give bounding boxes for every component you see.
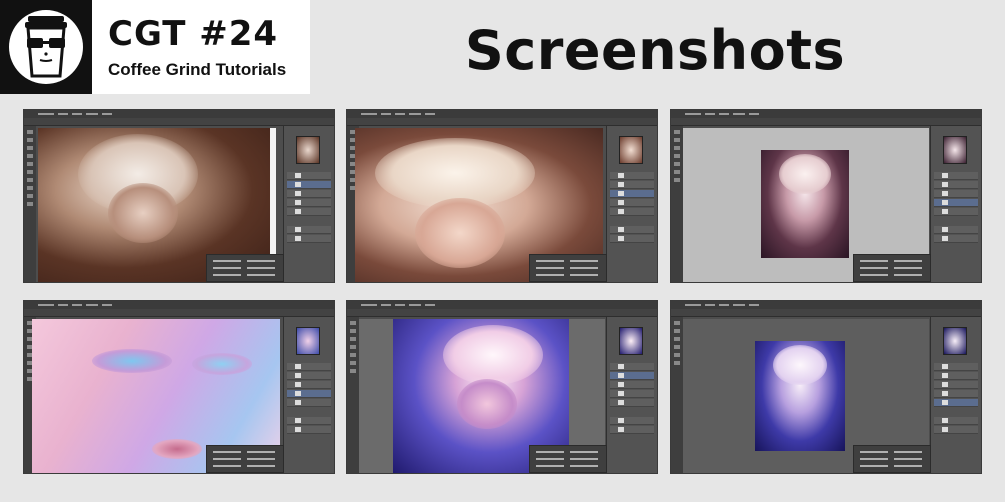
menu-bar [24, 301, 334, 309]
options-bar [671, 309, 981, 317]
options-bar [347, 118, 657, 126]
canvas-artwork [755, 341, 845, 451]
brand-subtitle: Coffee Grind Tutorials [108, 60, 287, 79]
tools-panel [24, 126, 36, 282]
layers-panel [930, 126, 981, 282]
screenshot-2 [347, 110, 657, 282]
screenshot-5 [347, 301, 657, 473]
logo [0, 0, 92, 94]
actions-panel [529, 254, 607, 282]
menu-bar [671, 301, 981, 309]
page-title: Screenshots [464, 19, 846, 82]
tools-panel [671, 126, 683, 282]
tools-panel [347, 317, 359, 473]
options-bar [347, 309, 657, 317]
screenshot-4 [24, 301, 334, 473]
layers-panel [283, 126, 334, 282]
options-bar [24, 309, 334, 317]
tools-panel [671, 317, 683, 473]
menu-bar [671, 110, 981, 118]
menu-bar [24, 110, 334, 118]
options-bar [671, 118, 981, 126]
brand-box: CGT #24 Coffee Grind Tutorials [92, 0, 310, 94]
layers-panel [930, 317, 981, 473]
screenshot-3 [671, 110, 981, 282]
screenshot-6 [671, 301, 981, 473]
actions-panel [853, 445, 931, 473]
options-bar [24, 118, 334, 126]
actions-panel [206, 254, 284, 282]
brand-title: CGT #24 [108, 14, 279, 54]
actions-panel [529, 445, 607, 473]
layers-panel [606, 317, 657, 473]
actions-panel [206, 445, 284, 473]
menu-bar [347, 301, 657, 309]
screenshot-1 [24, 110, 334, 282]
layers-panel [606, 126, 657, 282]
actions-panel [853, 254, 931, 282]
layers-panel [283, 317, 334, 473]
canvas-artwork [761, 150, 849, 258]
menu-bar [347, 110, 657, 118]
coffee-cup-with-sunglasses-icon [9, 10, 83, 84]
